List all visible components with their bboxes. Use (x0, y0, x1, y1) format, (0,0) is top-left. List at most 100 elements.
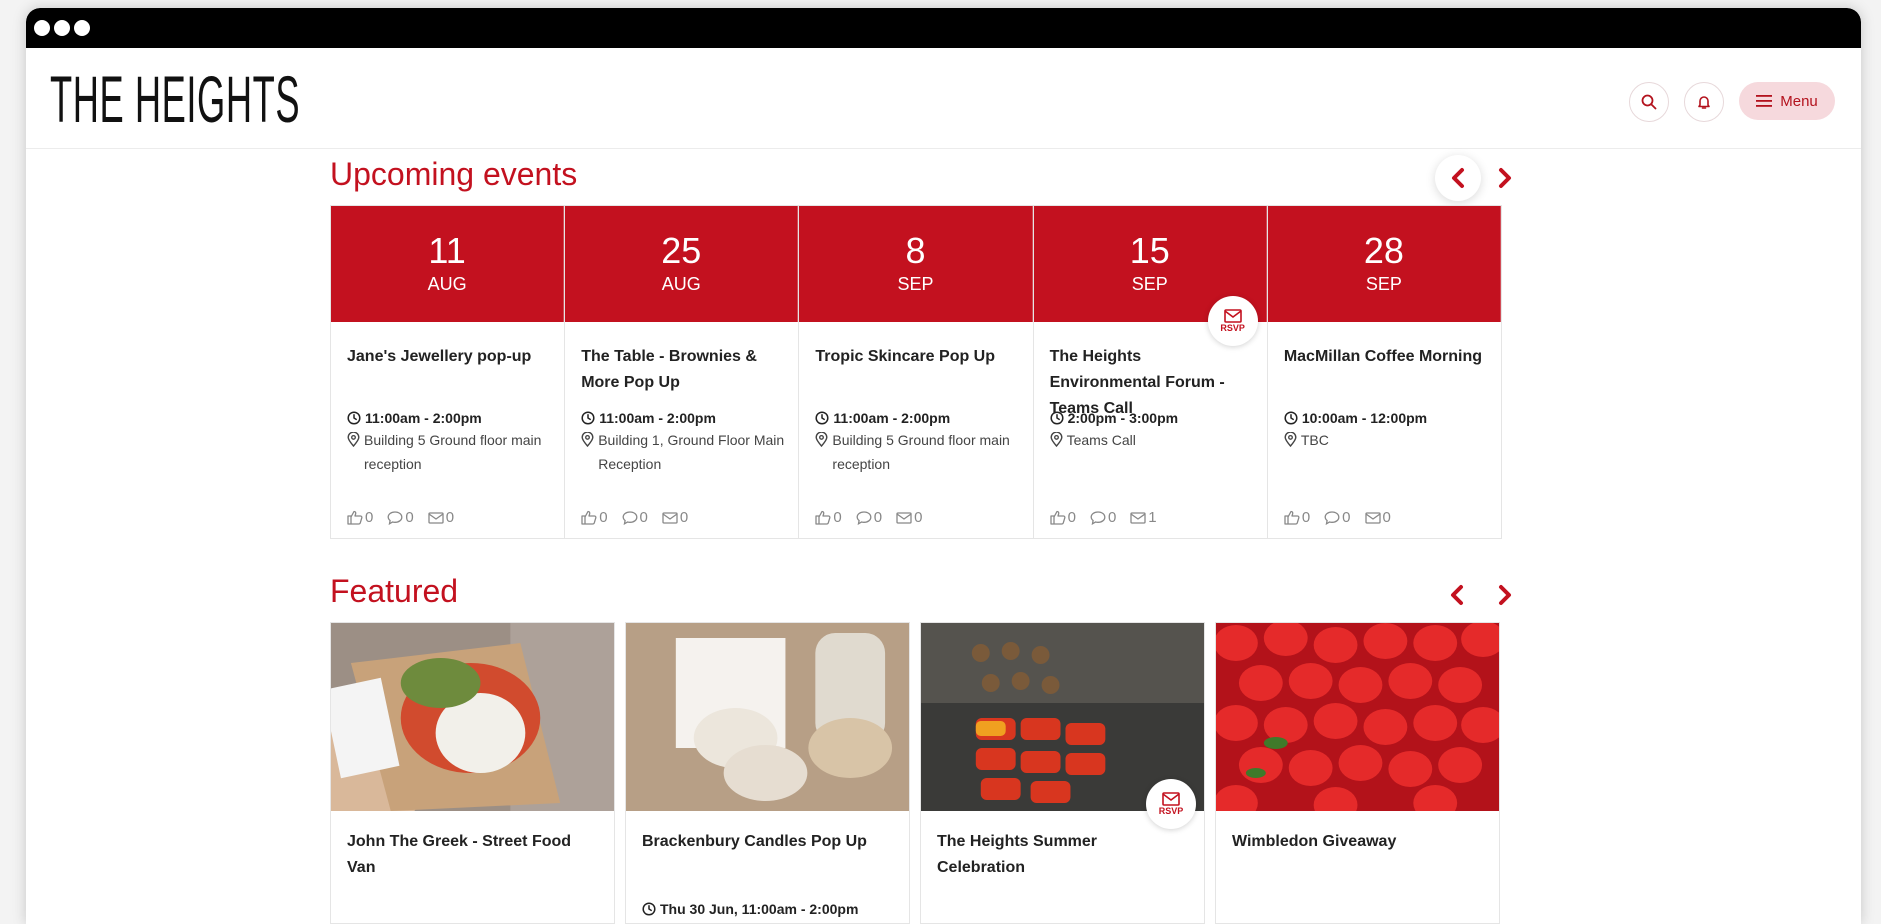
search-button[interactable] (1629, 82, 1669, 122)
like-count-text: 0 (833, 509, 842, 526)
thumbs-up-icon (1049, 510, 1066, 525)
event-title[interactable]: MacMillan Coffee Morning (1284, 344, 1484, 370)
event-stats: 0 0 0 (347, 509, 454, 526)
event-location-text: Building 1, Ground Floor Main Reception (598, 432, 785, 472)
event-month: SEP (1131, 274, 1168, 294)
comment-count[interactable]: 0 (856, 509, 882, 526)
rsvp-count[interactable]: 0 (662, 509, 688, 526)
envelope-icon (1223, 309, 1242, 323)
rsvp-count[interactable]: 0 (896, 509, 922, 526)
event-stats: 0 0 0 (1284, 509, 1391, 526)
comment-count-text: 0 (1342, 509, 1351, 526)
featured-image (331, 623, 614, 811)
upcoming-events-title: Upcoming events (330, 156, 578, 192)
location-pin-icon (1284, 432, 1297, 447)
rsvp-count[interactable]: 0 (1364, 509, 1391, 526)
clock-icon (347, 411, 361, 425)
upcoming-next-button[interactable] (1485, 158, 1525, 198)
comment-count[interactable]: 0 (622, 509, 648, 526)
event-time: 11:00am - 2:00pm (815, 410, 950, 426)
clock-icon (581, 411, 595, 425)
site-logo[interactable]: THE HEIGHTS (50, 58, 300, 140)
rsvp-count-text: 0 (914, 509, 923, 526)
thumbs-up-icon (581, 510, 597, 525)
event-time: 10:00am - 12:00pm (1284, 410, 1427, 426)
rsvp-count-text: 0 (679, 509, 689, 526)
rsvp-count-text: 0 (1382, 509, 1391, 526)
like-count-text: 0 (599, 509, 608, 526)
rsvp-badge[interactable]: RSVP (1146, 779, 1196, 829)
location-pin-icon (815, 432, 828, 447)
event-location: Building 5 Ground floor main reception (815, 428, 1025, 476)
chevron-left-icon (1451, 585, 1463, 605)
event-time-text: 10:00am - 12:00pm (1301, 410, 1428, 426)
event-card[interactable]: 28 SEP MacMillan Coffee Morning 10:00am - 1… (1267, 206, 1502, 538)
notifications-button[interactable] (1684, 82, 1724, 122)
window-dot-icon[interactable] (74, 20, 90, 36)
like-count[interactable]: 0 (815, 509, 842, 526)
event-card[interactable]: 11 AUG Jane's Jewellery pop-up 11:00am - 2:… (331, 206, 566, 538)
featured-card-title: Brackenbury Candles Pop Up (642, 833, 867, 850)
event-day: 28 (1363, 230, 1404, 271)
upcoming-prev-button[interactable] (1435, 155, 1481, 201)
event-date: 28 SEP (1267, 206, 1502, 322)
featured-image (626, 623, 909, 811)
event-card[interactable]: 8 SEP Tropic Skincare Pop Up 11:00am - 2:00… (799, 206, 1034, 538)
featured-next-button[interactable] (1485, 575, 1525, 615)
event-title[interactable]: Tropic Skincare Pop Up (815, 344, 1015, 370)
event-title[interactable]: The Table - Brownies & More Pop Up (581, 344, 781, 396)
event-card[interactable]: 15 SEP RSVP The Heights Environmental Forum… (1033, 206, 1268, 538)
event-stats: 0 0 0 (581, 509, 688, 526)
comment-count[interactable]: 0 (1090, 509, 1116, 526)
thumbs-up-icon (815, 510, 831, 525)
rsvp-count[interactable]: 0 (428, 509, 454, 526)
envelope-icon (1162, 792, 1180, 806)
comment-icon (1090, 510, 1106, 525)
rsvp-count-text: 1 (1148, 509, 1157, 526)
event-location: Teams Call (1050, 428, 1260, 452)
comment-icon (856, 510, 872, 525)
rsvp-badge[interactable]: RSVP (1207, 296, 1258, 346)
window-titlebar (26, 8, 1861, 48)
event-location-text: Building 5 Ground floor main reception (364, 432, 542, 472)
event-location-text: Teams Call (1066, 432, 1136, 448)
event-date: 11 AUG (331, 206, 565, 322)
thumbs-up-icon (1284, 510, 1300, 525)
event-stats: 0 0 0 (815, 509, 922, 526)
like-count[interactable]: 0 (1049, 509, 1076, 526)
comment-icon (622, 510, 637, 525)
rsvp-count[interactable]: 1 (1130, 509, 1157, 526)
like-count-text: 0 (1067, 509, 1076, 526)
event-day: 8 (905, 230, 926, 271)
event-month: SEP (897, 274, 934, 294)
hamburger-icon (1756, 95, 1773, 107)
featured-card[interactable]: RSVP The Heights Summer Celebration (920, 622, 1205, 924)
like-count[interactable]: 0 (581, 509, 608, 526)
featured-card[interactable]: Wimbledon Giveaway (1215, 622, 1500, 924)
featured-card[interactable]: John The Greek - Street Food Van (330, 622, 615, 924)
clock-icon (815, 411, 829, 425)
rsvp-count-text: 0 (445, 509, 455, 526)
featured-card[interactable]: Brackenbury Candles Pop Up Thu 30 Jun, 1… (625, 622, 910, 924)
bell-icon (1698, 96, 1710, 109)
event-title[interactable]: Jane's Jewellery pop-up (347, 344, 547, 370)
like-count[interactable]: 0 (347, 509, 373, 526)
featured-prev-button[interactable] (1437, 575, 1477, 615)
window-dot-icon[interactable] (54, 20, 70, 36)
event-location: TBC (1284, 428, 1494, 452)
comment-count[interactable]: 0 (387, 509, 414, 526)
window-dot-icon[interactable] (34, 20, 50, 36)
comment-count-text: 0 (1107, 509, 1117, 526)
menu-button[interactable]: Menu (1739, 82, 1835, 120)
search-icon (1641, 94, 1657, 110)
location-pin-icon (1050, 432, 1063, 447)
event-time-text: 11:00am - 2:00pm (599, 410, 716, 426)
like-count[interactable]: 0 (1284, 509, 1310, 526)
envelope-icon (896, 511, 912, 524)
menu-label: Menu (1780, 92, 1818, 110)
comment-count[interactable]: 0 (1324, 509, 1351, 526)
featured-card-title: Wimbledon Giveaway (1232, 833, 1397, 850)
envelope-icon (1364, 511, 1381, 524)
comment-count-text: 0 (405, 509, 414, 526)
event-card[interactable]: 25 AUG The Table - Brownies & More Pop Up 1… (565, 206, 800, 538)
